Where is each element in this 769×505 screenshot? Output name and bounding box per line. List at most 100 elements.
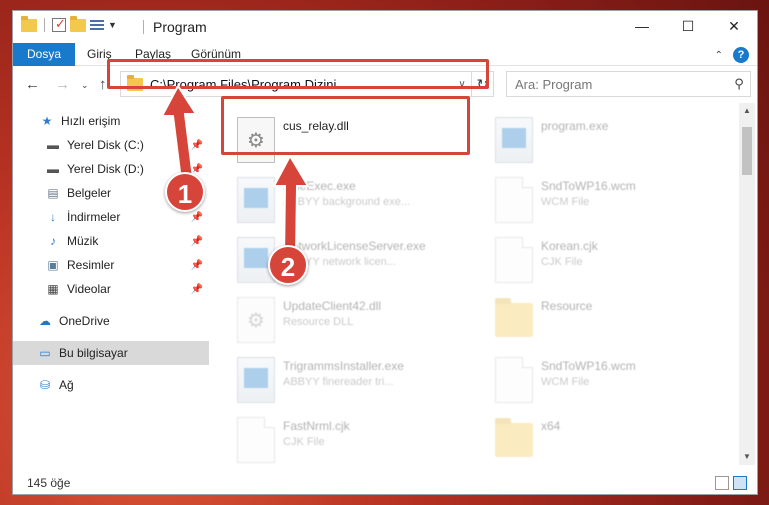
sidebar-item-this-pc[interactable]: ▭ Bu bilgisayar — [13, 341, 209, 365]
pin-icon[interactable]: 📌 — [191, 260, 203, 271]
document-icon — [495, 177, 533, 223]
document-icon — [495, 237, 533, 283]
sidebar-item-onedrive[interactable]: ☁ OneDrive — [13, 309, 209, 333]
exe-icon — [495, 117, 533, 163]
gear-icon: ⚙ — [237, 297, 275, 343]
file-item[interactable]: program.exe — [495, 117, 735, 171]
forward-arrow-icon[interactable]: → — [55, 76, 70, 93]
sidebar-item-label: Videolar — [67, 282, 111, 296]
file-item[interactable]: ⚙ UpdateClient42.dll Resource DLL — [237, 297, 477, 351]
recent-chevron-icon[interactable]: ⌄ — [81, 80, 89, 91]
folder-icon — [495, 418, 533, 457]
pin-icon[interactable]: 📌 — [191, 236, 203, 247]
minimize-button[interactable]: — — [619, 11, 665, 41]
file-item[interactable]: SndToWP16.wcm WCM File — [495, 177, 735, 231]
callout-badge-1: 1 — [165, 172, 205, 212]
file-name: x64 — [541, 419, 561, 433]
sidebar-item-label: Belgeler — [67, 186, 112, 200]
back-arrow-icon[interactable]: ← — [25, 76, 40, 93]
quick-access-toolbar: ▼ — [21, 15, 117, 32]
checklist-icon[interactable] — [52, 16, 66, 32]
file-type: ABBYY finereader tri... — [283, 376, 394, 388]
file-item[interactable]: Resource — [495, 297, 735, 351]
properties-icon[interactable] — [90, 18, 104, 32]
search-box[interactable]: Ara: Program ⚲ — [506, 71, 751, 97]
document-icon — [237, 417, 275, 463]
tiles-view-icon[interactable] — [733, 476, 747, 490]
pin-icon[interactable]: 📌 — [191, 284, 203, 295]
file-name: Resource — [541, 299, 593, 313]
maximize-button[interactable]: ☐ — [665, 11, 711, 41]
pictures-icon: ▣ — [47, 258, 59, 272]
toolbar-divider — [44, 18, 45, 32]
sidebar-item-label: Resimler — [67, 258, 115, 272]
file-type: Resource DLL — [283, 316, 354, 328]
cloud-icon: ☁ — [39, 314, 51, 328]
exe-icon — [237, 357, 275, 403]
document-icon — [495, 357, 533, 403]
sidebar-item-label: Bu bilgisayar — [59, 346, 128, 360]
sidebar-item-label: Yerel Disk (C:) — [67, 138, 144, 152]
sidebar-item-label: İndirmeler — [67, 210, 121, 224]
file-type: CJK File — [283, 436, 325, 448]
folder-icon — [495, 298, 533, 337]
scroll-thumb[interactable] — [742, 127, 752, 175]
sidebar-item-music[interactable]: ♪ Müzik 📌 — [13, 229, 209, 253]
item-count: 145 öğe — [27, 476, 71, 490]
sidebar-item-label: Ağ — [59, 378, 74, 392]
scroll-down-icon[interactable]: ▼ — [739, 449, 755, 465]
star-icon: ★ — [41, 114, 53, 128]
details-view-icon[interactable] — [715, 476, 729, 490]
file-item[interactable]: TrigrammsInstaller.exe ABBYY finereader t… — [237, 357, 477, 411]
pin-icon[interactable]: 📌 — [191, 212, 203, 223]
sidebar-item-label: Yerel Disk (D:) — [67, 162, 144, 176]
documents-icon: ▤ — [47, 186, 59, 200]
file-name: SndToWP16.wcm — [541, 179, 636, 193]
scroll-up-icon[interactable]: ▲ — [739, 103, 755, 119]
music-icon: ♪ — [50, 234, 56, 248]
file-type: CJK File — [541, 256, 583, 268]
file-item[interactable]: x64 — [495, 417, 735, 465]
callout-badge-2: 2 — [268, 245, 308, 285]
window-title: Program — [153, 19, 207, 35]
file-name: program.exe — [541, 119, 609, 133]
view-toggle — [715, 476, 747, 490]
title-divider — [143, 20, 144, 34]
tab-dosya[interactable]: Dosya — [13, 43, 76, 66]
sidebar-item-label: OneDrive — [59, 314, 110, 328]
chevron-up-icon[interactable]: ⌃ — [715, 50, 723, 61]
sidebar-item-videos[interactable]: ▦ Videolar 📌 — [13, 277, 209, 301]
file-name: TrigrammsInstaller.exe — [283, 359, 404, 373]
vertical-scrollbar[interactable]: ▲ ▼ — [739, 103, 755, 465]
download-icon: ↓ — [50, 210, 56, 224]
status-bar: 145 öğe — [13, 471, 757, 494]
title-bar: ▼ Program — ☐ ✕ — [13, 11, 757, 43]
file-item[interactable]: Korean.cjk CJK File — [495, 237, 735, 291]
search-input[interactable]: Ara: Program — [515, 77, 728, 92]
drive-icon: ▬ — [47, 138, 59, 152]
close-button[interactable]: ✕ — [711, 11, 757, 41]
file-name: Korean.cjk — [541, 239, 598, 253]
chevron-down-icon[interactable]: ▼ — [108, 20, 117, 30]
file-item[interactable]: SndToWP16.wcm WCM File — [495, 357, 735, 411]
up-arrow-icon[interactable]: ↑ — [99, 76, 107, 93]
drive-icon: ▬ — [47, 162, 59, 176]
file-name: UpdateClient42.dll — [283, 299, 382, 313]
window-controls: — ☐ ✕ — [619, 11, 757, 41]
sidebar-item-network[interactable]: ⛁ Ağ — [13, 373, 209, 397]
videos-icon: ▦ — [47, 282, 59, 296]
file-type: WCM File — [541, 376, 590, 388]
sidebar-item-pictures[interactable]: ▣ Resimler 📌 — [13, 253, 209, 277]
folder-icon[interactable] — [21, 15, 37, 32]
new-folder-icon[interactable] — [70, 15, 86, 32]
address-highlight — [107, 59, 489, 89]
search-icon[interactable]: ⚲ — [728, 76, 750, 92]
help-icon[interactable]: ? — [733, 47, 749, 63]
file-name: FastNrml.cjk — [283, 419, 350, 433]
file-type: WCM File — [541, 196, 590, 208]
ribbon-right-controls: ⌃ ? — [715, 47, 749, 63]
file-item[interactable]: FastNrml.cjk CJK File — [237, 417, 477, 465]
sidebar-item-label: Müzik — [67, 234, 99, 248]
sidebar-item-label: Hızlı erişim — [61, 114, 121, 128]
computer-icon: ▭ — [39, 346, 51, 360]
